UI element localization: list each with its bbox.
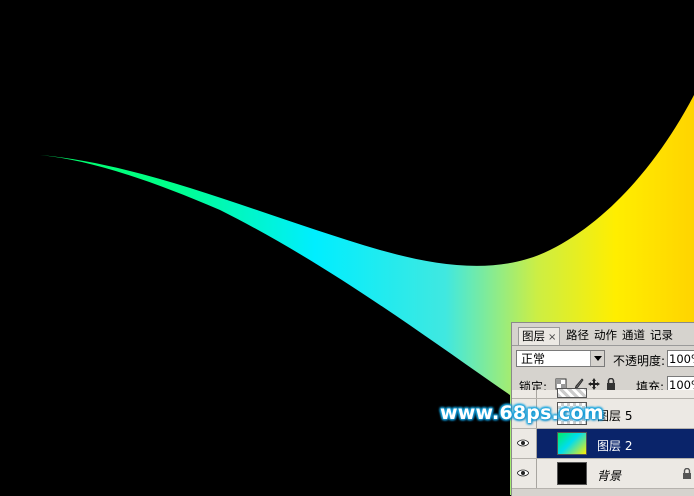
opacity-label: 不透明度:	[613, 354, 666, 368]
visibility-toggle[interactable]	[512, 459, 537, 488]
site-watermark: www.68ps.com	[440, 402, 604, 424]
document-canvas[interactable]: www.68ps.com 图层 × 路径 动作 通道 记录 正常 不透明度: 10…	[0, 0, 694, 496]
eye-icon	[517, 469, 529, 477]
tab-layers[interactable]: 图层 ×	[518, 327, 561, 345]
blend-mode-select[interactable]: 正常	[516, 350, 605, 367]
tab-paths[interactable]: 路径	[566, 327, 589, 344]
opacity-input[interactable]: 100%	[667, 350, 694, 367]
blend-mode-value: 正常	[521, 352, 546, 366]
layer-name: 背景	[597, 469, 622, 483]
panel-tabs: 图层 × 路径 动作 通道 记录	[512, 327, 694, 345]
tab-close-icon[interactable]: ×	[548, 332, 556, 343]
chevron-down-icon[interactable]	[590, 351, 604, 366]
visibility-toggle[interactable]	[512, 390, 537, 398]
eye-icon	[517, 439, 529, 447]
lock-icon	[683, 468, 691, 479]
tabs-divider	[512, 345, 694, 346]
layer-thumbnail	[557, 462, 587, 485]
tab-actions[interactable]: 动作	[594, 327, 617, 344]
lock-all-icon[interactable]	[605, 378, 617, 390]
layer-thumbnail	[557, 432, 587, 455]
visibility-toggle[interactable]	[512, 429, 537, 458]
tab-history[interactable]: 记录	[650, 327, 673, 344]
layer-row-background[interactable]: 背景	[512, 459, 694, 489]
layer-row-partial[interactable]	[512, 388, 694, 399]
tab-channels[interactable]: 通道	[622, 327, 645, 344]
layer-thumbnail	[557, 388, 587, 398]
tab-layers-label: 图层	[522, 329, 545, 343]
layer-name: 图层 2	[597, 439, 633, 453]
lock-move-icon[interactable]	[588, 378, 600, 390]
layer-row-selected[interactable]: 图层 2	[512, 429, 694, 459]
blend-opacity-row: 正常 不透明度: 100%	[512, 349, 694, 371]
